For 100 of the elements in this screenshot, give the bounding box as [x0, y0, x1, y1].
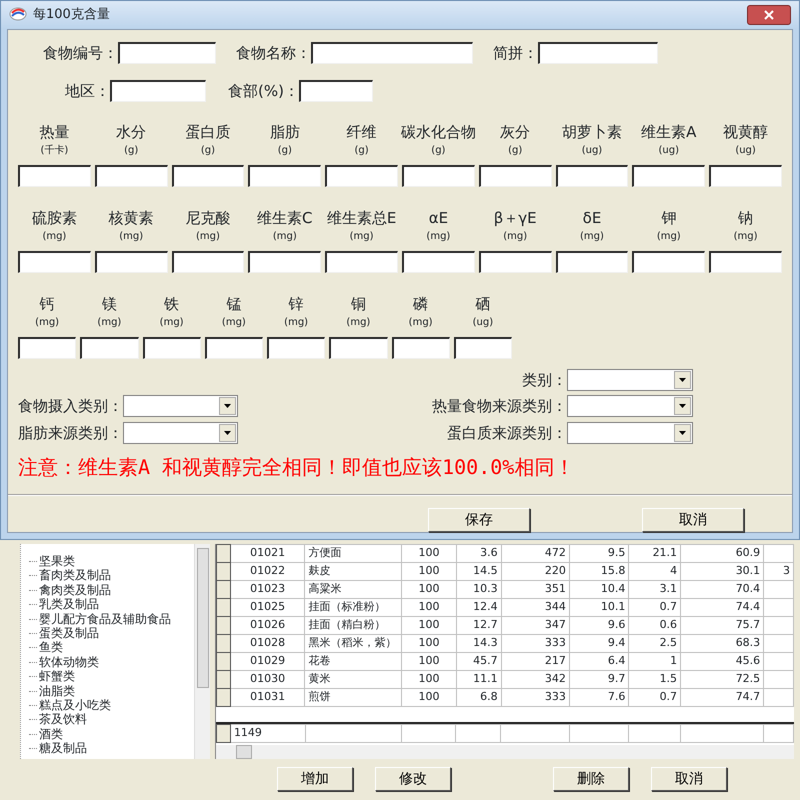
input-field[interactable] [454, 336, 512, 358]
dropdown-field[interactable] [567, 422, 693, 444]
row-header[interactable] [216, 580, 230, 598]
close-icon[interactable] [764, 10, 774, 20]
tree-item[interactable]: 茶及饮料 [39, 712, 87, 727]
scrollbar[interactable] [194, 544, 210, 759]
field-label: 食物编号： [43, 42, 118, 64]
input-field[interactable] [325, 164, 398, 186]
input-field[interactable] [172, 250, 244, 272]
input-field[interactable] [402, 164, 475, 186]
input-field[interactable] [556, 164, 628, 186]
input-field[interactable] [248, 164, 322, 186]
input-field[interactable] [311, 42, 473, 64]
table-cell: 74.4 [680, 598, 764, 616]
input-field[interactable] [556, 250, 628, 272]
table-cell: 100 [402, 634, 456, 652]
table-cell: 01025 [230, 598, 305, 616]
input-field[interactable] [632, 164, 706, 186]
input-field[interactable] [538, 42, 658, 64]
tree-item[interactable]: 虾蟹类 [39, 669, 75, 684]
table-cell: 14.5 [456, 562, 502, 580]
table-cell: 黑米（稻米，紫） [304, 634, 402, 652]
input-field[interactable] [392, 336, 450, 358]
table-cell: 220 [501, 562, 570, 580]
tree-item[interactable]: 油脂类 [39, 684, 75, 698]
input-field[interactable] [298, 80, 373, 102]
tree-item[interactable]: 蛋类及制品 [39, 626, 99, 640]
field-label: 蛋白质来源类别： [447, 422, 567, 444]
toolbar-button[interactable]: 修改 [375, 767, 451, 791]
tree-item[interactable]: 糖及制品 [39, 741, 87, 756]
table-cell: 01028 [230, 634, 305, 652]
tree-item[interactable]: 畜肉类及制品 [39, 568, 111, 583]
input-field[interactable] [18, 164, 91, 186]
tree-item[interactable]: 酒类 [39, 726, 63, 742]
unit-label: (mg) [119, 230, 144, 244]
input-field[interactable] [118, 42, 216, 64]
input-field[interactable] [478, 250, 552, 272]
input-field[interactable] [18, 336, 76, 358]
table-cell: 挂面（精白粉） [304, 616, 402, 634]
input-field[interactable] [402, 250, 475, 272]
scrollbar[interactable] [216, 744, 794, 759]
unit-label: (g) [508, 144, 522, 158]
toolbar-button[interactable]: 删除 [553, 767, 629, 791]
table-cell: 01022 [230, 562, 305, 580]
table-cell: 333 [501, 688, 570, 706]
dropdown-field[interactable] [567, 368, 693, 391]
row-header[interactable] [216, 616, 230, 634]
unit-label: (mg) [734, 230, 758, 244]
tree-item[interactable]: 糕点及小吃类 [39, 698, 111, 712]
input-field[interactable] [632, 250, 706, 272]
input-field[interactable] [110, 80, 206, 102]
tree-item[interactable]: 禽肉类及制品 [39, 582, 111, 598]
row-header[interactable] [216, 670, 230, 688]
tree-item[interactable]: 坚果类 [39, 554, 75, 568]
nutrient-label: 铜 [350, 294, 366, 314]
nutrient-label: 视黄醇 [723, 122, 768, 142]
unit-label: (g) [354, 144, 369, 158]
input-field[interactable] [94, 250, 168, 272]
row-header[interactable] [216, 652, 230, 670]
row-header[interactable] [216, 562, 230, 580]
dropdown-field[interactable] [123, 395, 238, 418]
table-cell: 472 [501, 544, 570, 562]
nutrient-label: 水分 [116, 122, 146, 142]
tree-item[interactable]: 乳类及制品 [39, 597, 99, 612]
row-header[interactable] [216, 688, 230, 706]
input-field[interactable] [709, 164, 782, 186]
input-field[interactable] [204, 336, 263, 358]
input-field[interactable] [18, 250, 91, 272]
row-header[interactable] [216, 724, 230, 742]
table-cell: 9.4 [569, 634, 629, 652]
input-field[interactable] [80, 336, 138, 358]
table-cell: 9.7 [569, 670, 629, 688]
tree-item[interactable]: 婴儿配方食品及辅助食品 [39, 612, 171, 626]
dropdown-field[interactable] [567, 395, 693, 418]
row-header[interactable] [216, 544, 230, 562]
dialog-button[interactable]: 保存 [428, 508, 530, 532]
tree-item[interactable]: 鱼类 [39, 640, 63, 655]
dropdown-field[interactable] [123, 422, 238, 444]
input-field[interactable] [142, 336, 201, 358]
input-field[interactable] [478, 164, 552, 186]
input-field[interactable] [248, 250, 322, 272]
row-header[interactable] [216, 634, 230, 652]
row-header[interactable] [216, 598, 230, 616]
nutrient-label: 镁 [102, 294, 117, 314]
unit-label: (ug) [735, 144, 756, 158]
dialog-button[interactable]: 取消 [642, 508, 744, 532]
input-field[interactable] [94, 164, 168, 186]
input-field[interactable] [267, 336, 326, 358]
input-field[interactable] [709, 250, 782, 272]
table-cell: 74.7 [680, 688, 764, 706]
table-cell: 煎饼 [304, 688, 402, 706]
input-field[interactable] [325, 250, 398, 272]
close-button[interactable] [747, 4, 791, 25]
toolbar-button[interactable]: 增加 [277, 767, 353, 791]
nutrient-label: 锰 [226, 294, 242, 314]
tree-item[interactable]: 软体动物类 [39, 654, 99, 670]
toolbar-button[interactable]: 取消 [651, 767, 727, 791]
input-field[interactable] [172, 164, 244, 186]
nutrient-label: 硫胺素 [32, 208, 77, 228]
input-field[interactable] [329, 336, 388, 358]
